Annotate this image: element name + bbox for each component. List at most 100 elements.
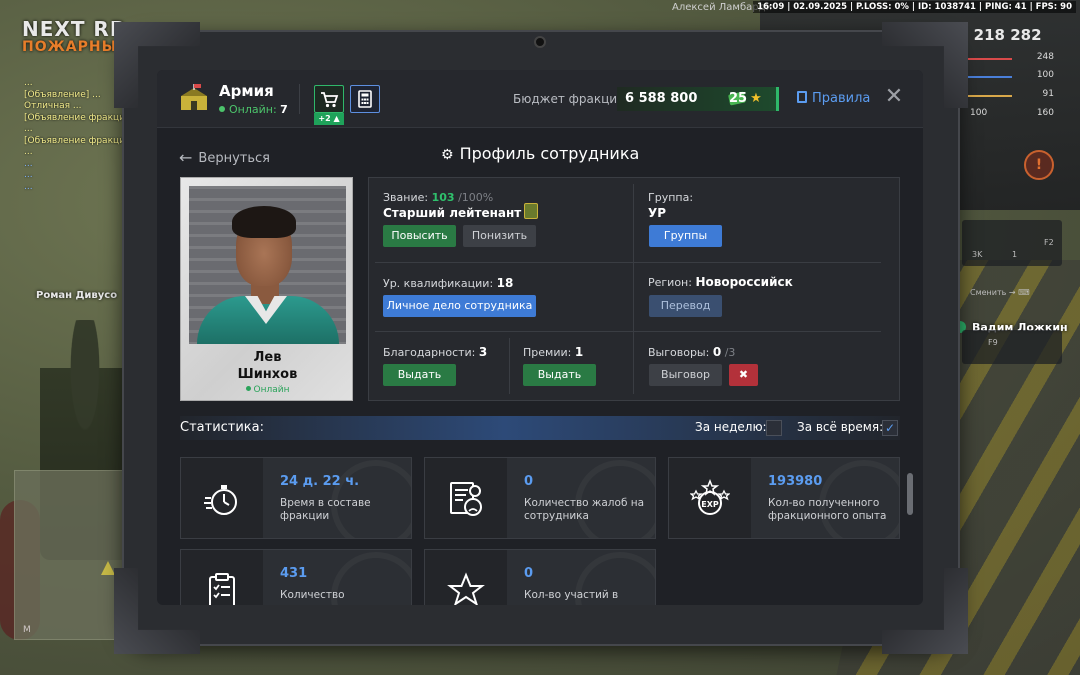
star-icon: ★ <box>750 91 762 106</box>
stat-card-events: 0 Кол-во участий в <box>424 549 656 605</box>
demote-button[interactable]: Понизить <box>463 225 536 247</box>
hud-health: 248 <box>966 52 1066 66</box>
all-time-filter-label: За всё время: <box>797 420 884 434</box>
army-base-icon <box>181 84 207 110</box>
calculator-icon <box>358 90 372 108</box>
employee-status: Онлайн <box>181 385 354 395</box>
document-icon <box>797 91 807 103</box>
statistics-title: Статистика: <box>180 420 265 435</box>
stat-value: 431 <box>280 566 308 581</box>
svg-text:EXP: EXP <box>701 500 719 509</box>
chat-line: ... <box>24 124 33 134</box>
hud-key-panel: F9 <box>962 330 1062 364</box>
employee-first-name: Лев <box>253 350 282 365</box>
stat-description: Кол-во участий в <box>524 589 619 601</box>
faction-tablet: Армия Онлайн: 7 +2 ▲ Бюджет фракции: 6 5… <box>122 30 960 646</box>
stopwatch-icon <box>204 485 237 515</box>
calculator-button[interactable] <box>350 85 380 113</box>
divider <box>375 331 881 332</box>
budget-label: Бюджет фракции: <box>513 92 629 106</box>
bonus-label: Премии: 1 <box>523 345 584 359</box>
player-arrow-icon <box>101 561 115 575</box>
rank-insignia-icon <box>524 203 538 219</box>
chat-line: [Объявление фракции] ... <box>24 135 134 146</box>
change-hint: Сменить → ⌨ <box>970 288 1030 297</box>
stat-description: Количество <box>280 589 345 601</box>
stat-description: Время в составе фракции <box>280 497 371 522</box>
divider <box>633 184 634 394</box>
chat-line: ... <box>24 170 33 180</box>
divider <box>509 338 510 394</box>
page-title: ⚙ Профиль сотрудника <box>441 144 640 163</box>
faction-stars: 25 ★ <box>729 91 762 106</box>
personal-file-button[interactable]: Личное дело сотрудника <box>383 295 536 317</box>
armor-bar <box>966 76 1012 78</box>
group-value: УР <box>648 206 667 220</box>
exp-icon: EXP <box>690 479 730 515</box>
employee-info-panel: Звание: 103 /100% Старший лейтенант Повы… <box>368 177 900 401</box>
rank-label: Звание: 103 /100% <box>383 191 494 204</box>
minimap-key: M <box>23 625 31 635</box>
group-label: Группа: <box>648 191 694 204</box>
give-thanks-button[interactable]: Выдать <box>383 364 456 386</box>
hud-hunger: 91 <box>966 89 1066 103</box>
stat-description: Количество жалоб на сотрудника <box>524 497 645 522</box>
transfer-button[interactable]: Перевод <box>649 295 722 317</box>
stat-card-complaints: 0 Количество жалоб на сотрудника <box>424 457 656 539</box>
chat-line: [Объявление фракции] ... <box>24 112 134 123</box>
complaint-icon <box>450 482 482 516</box>
header-divider <box>299 84 300 114</box>
chat-line: ... <box>24 158 33 169</box>
give-bonus-button[interactable]: Выдать <box>523 364 596 386</box>
shop-badge: +2 ▲ <box>314 113 344 125</box>
employee-photo <box>189 186 346 344</box>
region-label: Регион: Новороссийск <box>648 275 793 289</box>
week-checkbox[interactable] <box>766 420 782 436</box>
cart-icon <box>321 92 339 108</box>
hud-shield: 100 160 <box>970 108 1054 118</box>
statistics-header: Статистика: За неделю: За всё время: ✓ <box>180 416 900 440</box>
rules-link[interactable]: Правила <box>797 91 870 106</box>
stat-card-tasks: 431 Количество <box>180 549 412 605</box>
stat-value: 24 д. 22 ч. <box>280 474 360 489</box>
stat-value: 193980 <box>768 474 823 489</box>
back-button[interactable]: ← Вернуться <box>179 148 270 167</box>
stat-card-experience: EXP 193980 Кол-во полученного фракционно… <box>668 457 900 539</box>
statistics-scrollbar[interactable] <box>907 473 913 515</box>
hud-armor: 100 <box>966 70 1066 84</box>
alert-icon[interactable]: ! <box>1024 150 1054 180</box>
reprimand-label: Выговоры: 0 /3 <box>648 345 736 359</box>
thanks-label: Благодарности: 3 <box>383 345 488 359</box>
close-button[interactable]: ✕ <box>883 86 905 108</box>
tablet-camera <box>534 36 546 48</box>
health-bar <box>966 58 1012 60</box>
employee-last-name: Шинхов <box>237 367 298 382</box>
divider <box>375 262 881 263</box>
player-nametag: Роман Дивусо <box>36 290 118 301</box>
shop-button[interactable] <box>314 85 344 113</box>
chat-line: ... <box>24 181 33 192</box>
reprimand-button[interactable]: Выговор <box>649 364 722 386</box>
week-filter-label: За неделю: <box>695 420 767 434</box>
faction-online: Онлайн: 7 <box>219 103 288 116</box>
inventory-quick-slots: 3K 1 F2 <box>962 220 1062 266</box>
hunger-bar <box>966 95 1012 97</box>
tablet-screen: Армия Онлайн: 7 +2 ▲ Бюджет фракции: 6 5… <box>157 70 923 605</box>
hud-money: 1 218 282 <box>958 26 1042 44</box>
groups-button[interactable]: Группы <box>649 225 722 247</box>
faction-header: Армия Онлайн: 7 +2 ▲ Бюджет фракции: 6 5… <box>157 70 923 128</box>
promote-button[interactable]: Повысить <box>383 225 456 247</box>
qualification-label: Ур. квалификации: 18 <box>383 276 514 290</box>
rank-name: Старший лейтенант <box>383 206 522 220</box>
clipboard-icon <box>209 573 235 605</box>
employee-photo-card: Лев Шинхов Онлайн <box>180 177 353 401</box>
chat-line: ... <box>24 147 33 157</box>
all-time-checkbox[interactable]: ✓ <box>882 420 898 436</box>
user-remove-icon: ✖ <box>738 368 749 381</box>
budget-value: 6 588 800 <box>625 91 698 106</box>
stat-description: Кол-во полученного фракционного опыта <box>768 497 887 522</box>
remove-reprimand-button[interactable]: ✖ <box>729 364 758 386</box>
arrow-left-icon: ← <box>179 148 193 167</box>
stat-value: 0 <box>524 474 534 489</box>
stat-value: 0 <box>524 566 534 581</box>
